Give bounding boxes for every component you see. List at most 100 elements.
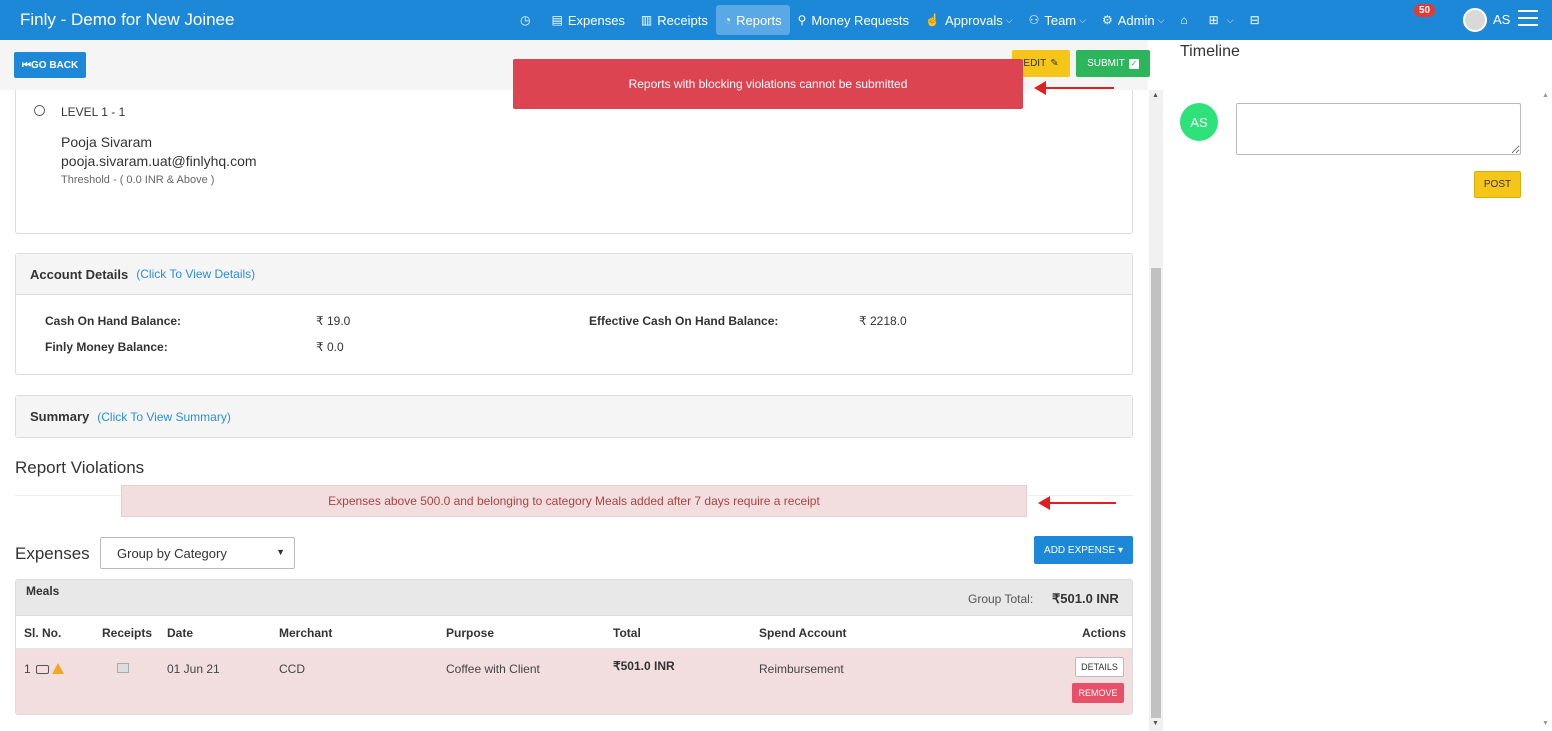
cash-on-hand-value: ₹ 19.0 — [316, 314, 351, 328]
left-scrollbar-thumb[interactable] — [1151, 268, 1161, 718]
group-by-select[interactable]: Group by Category ▼ — [100, 537, 295, 569]
nav-approvals[interactable]: ☝ Approvals ⌵ — [917, 5, 1021, 35]
go-back-button[interactable]: ⏮ GO BACK — [14, 52, 87, 78]
violations-title: Report Violations — [15, 458, 145, 477]
timeline-title: Timeline — [1180, 43, 1240, 60]
col-date: Date — [167, 626, 194, 640]
admin-icon: ⚙ — [1101, 13, 1113, 27]
nav-admin[interactable]: ⚙ Admin ⌵ — [1094, 5, 1172, 35]
nav-inbox[interactable]: ⊟ — [1242, 5, 1273, 35]
nav-admin-label: Admin — [1117, 12, 1155, 28]
nav-reports[interactable]: ◔ Reports — [715, 5, 790, 35]
row-total: ₹501.0 INR — [613, 659, 675, 673]
col-actions: Actions — [1082, 626, 1127, 640]
details-button[interactable]: DETAILS — [1075, 657, 1124, 677]
bank-icon: ⌂ — [1180, 13, 1188, 27]
nav-add[interactable]: ⊞ ⌵ — [1201, 5, 1242, 35]
chevron-down-icon: ▼ — [276, 547, 285, 557]
receipts-icon: ▥ — [640, 13, 653, 27]
approvals-icon: ☝ — [924, 13, 940, 27]
main-nav: ◷ ▤ Expenses ▥ Receipts ◔ Reports ⚲ Mone… — [512, 5, 1273, 35]
col-total: Total — [613, 626, 641, 640]
approval-level: LEVEL 1 - 1 — [61, 105, 126, 119]
scroll-up-icon[interactable]: ▲ — [1152, 92, 1159, 99]
scroll-down-icon[interactable]: ▼ — [1542, 720, 1549, 727]
timeline-panel: Timeline AS POST ▲ ▼ — [1163, 40, 1552, 731]
nav-money-requests-label: Money Requests — [811, 12, 909, 28]
approver-name: Pooja Sivaram — [61, 134, 153, 150]
row-purpose: Coffee with Client — [446, 662, 540, 676]
col-merchant: Merchant — [279, 626, 333, 640]
nav-approvals-label: Approvals — [944, 12, 1003, 28]
edit-icon: ✎ — [1050, 58, 1059, 69]
warning-icon — [51, 663, 64, 674]
nav-expenses[interactable]: ▤ Expenses — [543, 5, 632, 35]
back-icon: ⏮ — [22, 59, 31, 71]
cash-on-hand-label: Cash On Hand Balance: — [45, 314, 182, 328]
remove-button[interactable]: REMOVE — [1072, 683, 1124, 703]
nav-dashboard[interactable]: ◷ — [512, 5, 543, 35]
comment-input[interactable] — [1236, 103, 1521, 155]
scroll-down-icon[interactable]: ▼ — [1152, 720, 1159, 727]
cash-icon — [35, 665, 49, 674]
menu-icon[interactable] — [1518, 10, 1538, 31]
dashboard-icon: ◷ — [520, 13, 531, 27]
account-details-title: Account Details — [30, 266, 129, 282]
annotation-arrow-icon — [1034, 81, 1114, 95]
report-detail-panel: ⏮ GO BACK EDIT ✎ SUBMIT ✓ Reports with bl… — [0, 40, 1150, 731]
go-back-label: GO BACK — [31, 59, 79, 71]
group-total-label: Group Total: — [968, 592, 1034, 606]
finly-money-value: ₹ 0.0 — [316, 340, 344, 354]
image-icon[interactable] — [117, 663, 129, 673]
approver-radio[interactable] — [34, 105, 45, 116]
approver-threshold: Threshold - ( 0.0 INR & Above ) — [61, 174, 215, 186]
sl-no-value: 1 — [24, 662, 31, 676]
inbox-icon: ⊟ — [1249, 13, 1260, 27]
expenses-icon: ▤ — [551, 13, 563, 27]
group-name: Meals — [26, 584, 60, 598]
annotation-arrow-icon — [1038, 496, 1116, 510]
nav-team-label: Team — [1044, 12, 1077, 28]
chevron-down-icon: ⌵ — [1005, 14, 1013, 25]
app-title[interactable]: Finly - Demo for New Joinee — [20, 10, 234, 30]
group-by-value: Group by Category — [117, 545, 227, 561]
expenses-table: Meals Group Total: ₹501.0 INR Sl. No. Re… — [15, 579, 1133, 715]
money-requests-icon: ⚲ — [797, 13, 807, 27]
account-details-panel: Account Details (Click To View Details) … — [15, 253, 1133, 375]
user-avatar[interactable] — [1463, 8, 1487, 32]
chevron-down-icon: ⌵ — [1079, 14, 1086, 25]
col-spend-account: Spend Account — [759, 626, 847, 640]
nav-bank[interactable]: ⌂ — [1172, 5, 1200, 35]
col-purpose: Purpose — [446, 626, 495, 640]
summary-panel: Summary (Click To View Summary) — [15, 395, 1133, 438]
team-icon: ⚇ — [1028, 13, 1040, 27]
nav-receipts[interactable]: ▥ Receipts — [633, 5, 716, 35]
nav-money-requests[interactable]: ⚲ Money Requests — [790, 5, 917, 35]
finly-money-label: Finly Money Balance: — [45, 340, 168, 354]
nav-team[interactable]: ⚇ Team ⌵ — [1021, 5, 1094, 35]
view-details-link[interactable]: (Click To View Details) — [136, 267, 255, 281]
scroll-up-icon[interactable]: ▲ — [1542, 92, 1549, 99]
table-row[interactable]: 1 01 Jun 21 CCD Coffee with Client ₹501.… — [16, 649, 1132, 714]
check-icon: ✓ — [1128, 58, 1139, 69]
table-header: Sl. No. Receipts Date Merchant Purpose T… — [16, 616, 1132, 649]
nav-expenses-label: Expenses — [567, 12, 625, 28]
add-icon: ⊞ — [1208, 13, 1219, 27]
row-spend-account: Reimbursement — [759, 662, 844, 676]
submit-label: SUBMIT — [1087, 58, 1125, 69]
view-summary-link[interactable]: (Click To View Summary) — [97, 410, 231, 424]
violation-message: Expenses above 500.0 and belonging to ca… — [121, 485, 1027, 517]
chevron-down-icon: ⌵ — [1157, 14, 1165, 25]
timeline-avatar: AS — [1180, 103, 1218, 141]
post-button[interactable]: POST — [1474, 171, 1521, 198]
effective-cash-value: ₹ 2218.0 — [859, 314, 907, 328]
submit-button[interactable]: SUBMIT ✓ — [1076, 50, 1150, 77]
row-merchant: CCD — [279, 662, 305, 676]
effective-cash-label: Effective Cash On Hand Balance: — [589, 314, 779, 328]
add-expense-button[interactable]: ADD EXPENSE ▾ — [1034, 536, 1133, 564]
user-initials[interactable]: AS — [1493, 12, 1510, 27]
nav-receipts-label: Receipts — [657, 12, 708, 28]
col-sl-no: Sl. No. — [24, 626, 62, 640]
chevron-down-icon: ⌵ — [1226, 14, 1234, 25]
row-receipt[interactable] — [117, 662, 129, 676]
